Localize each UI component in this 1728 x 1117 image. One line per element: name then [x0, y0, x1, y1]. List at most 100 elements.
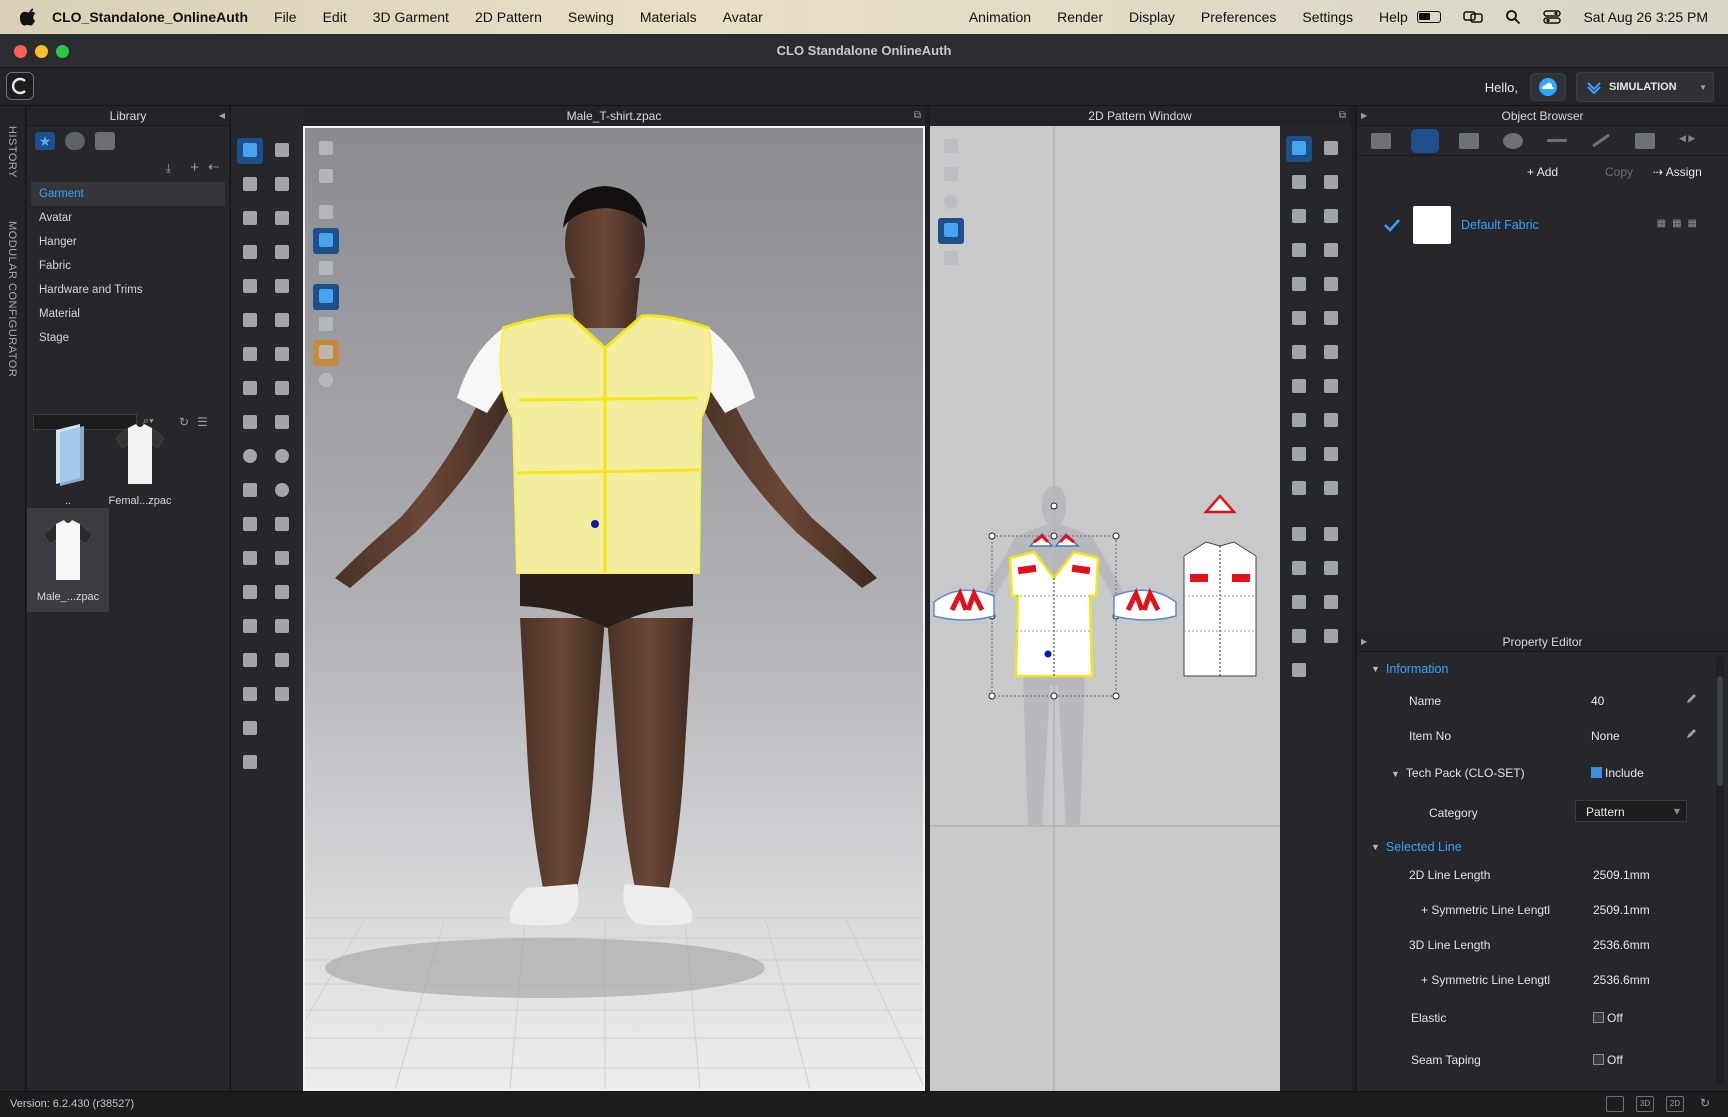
- tape-measure-tool-icon[interactable]: [237, 648, 263, 674]
- search-icon[interactable]: [1505, 9, 1521, 25]
- shrinkwrap-tool-icon[interactable]: [269, 512, 295, 538]
- techpack-include-checkbox[interactable]: Include: [1591, 766, 1644, 780]
- annotation-text-icon[interactable]: [1286, 556, 1312, 582]
- add-point-tool-icon[interactable]: [1318, 170, 1344, 196]
- measure-tool-icon[interactable]: [237, 342, 263, 368]
- fabric-row-actions-icon[interactable]: ▦▦▦: [1657, 218, 1703, 229]
- expand-panel-icon[interactable]: ▶: [1361, 106, 1367, 126]
- 2d-view-icon[interactable]: 2D: [1666, 1096, 1684, 1112]
- 2d-free-sewing-icon[interactable]: [1286, 408, 1312, 434]
- fold-pattern-tool-icon[interactable]: [1318, 340, 1344, 366]
- section-selected-line[interactable]: Selected Line: [1371, 840, 1462, 854]
- menu-help[interactable]: Help: [1379, 9, 1408, 25]
- binding-tool-icon[interactable]: [1318, 306, 1344, 332]
- avatar-tool-icon[interactable]: [237, 512, 263, 538]
- menu-render[interactable]: Render: [1057, 9, 1103, 25]
- 2d-info-icon[interactable]: [938, 190, 964, 216]
- back-arrow-icon[interactable]: ⇠: [208, 159, 219, 175]
- library-item-stage[interactable]: Stage: [31, 326, 225, 350]
- menu-materials[interactable]: Materials: [640, 9, 697, 25]
- category-select[interactable]: Pattern: [1575, 800, 1687, 822]
- asset-store-icon[interactable]: [95, 132, 115, 150]
- close-window-button[interactable]: [14, 45, 27, 58]
- item-no-value[interactable]: None: [1591, 729, 1620, 743]
- expand-panel-icon[interactable]: ▶: [1361, 632, 1367, 652]
- trace-tool-icon[interactable]: [1318, 272, 1344, 298]
- 2d-lock-icon[interactable]: [938, 246, 964, 272]
- reset-garment-tool-icon[interactable]: [237, 750, 263, 776]
- 2d-pattern-display-icon[interactable]: [938, 134, 964, 160]
- puckering-tool-icon[interactable]: [269, 410, 295, 436]
- techpack-label[interactable]: ▼ Tech Pack (CLO-SET): [1391, 766, 1525, 780]
- topstitch-tab-icon[interactable]: [1547, 139, 1567, 142]
- library-item-hardware-and-trims[interactable]: Hardware and Trims: [31, 278, 225, 302]
- zoom-window-button[interactable]: [56, 45, 69, 58]
- pleat-tool-icon[interactable]: [237, 614, 263, 640]
- 2d-measure-tool-icon[interactable]: [1286, 442, 1312, 468]
- garment-fit-tool-icon[interactable]: [237, 240, 263, 266]
- history-tab[interactable]: HISTORY: [6, 126, 18, 178]
- fold-arrangement-tool-icon[interactable]: [269, 172, 295, 198]
- pressure-map-tool-icon[interactable]: [269, 682, 295, 708]
- add-button[interactable]: + Add: [1527, 165, 1558, 179]
- internal-polygon-tool-icon[interactable]: [1286, 238, 1312, 264]
- 2d-pivot-point[interactable]: [1044, 650, 1052, 658]
- library-thumb-male-tshirt[interactable]: Male_...zpac: [27, 508, 109, 612]
- edit-curvature-tool-icon[interactable]: [1318, 136, 1344, 162]
- environment-globe-icon[interactable]: [313, 368, 339, 394]
- strap-tool-icon[interactable]: [237, 546, 263, 572]
- menu-settings[interactable]: Settings: [1302, 9, 1353, 25]
- 2d-snapshot-icon[interactable]: [1286, 624, 1312, 650]
- single-view-icon[interactable]: [1606, 1096, 1624, 1112]
- 3d-garment-viewport[interactable]: [303, 126, 925, 1091]
- draw-line-tool-icon[interactable]: [237, 206, 263, 232]
- notch-tool-icon[interactable]: [1286, 374, 1312, 400]
- tab-scroll-arrows-icon[interactable]: ◀ ▶: [1679, 133, 1695, 149]
- pattern-pivot-point[interactable]: [591, 520, 599, 528]
- library-thumb-parent-folder[interactable]: ..: [27, 422, 109, 507]
- battery-icon[interactable]: [1417, 11, 1442, 23]
- graphic-tool-icon[interactable]: [269, 376, 295, 402]
- snapshot-tool-icon[interactable]: [269, 648, 295, 674]
- text-tool-icon[interactable]: [1286, 522, 1312, 548]
- fold-tool-icon[interactable]: [237, 172, 263, 198]
- menu-file[interactable]: File: [274, 9, 297, 25]
- seam-taping-checkbox[interactable]: Off: [1593, 1053, 1623, 1067]
- trim-tool-icon[interactable]: [237, 478, 263, 504]
- zipper-tool-icon[interactable]: [269, 342, 295, 368]
- show-avatar-icon[interactable]: [313, 256, 339, 282]
- library-item-avatar[interactable]: Avatar: [31, 206, 225, 230]
- clo-logo-icon[interactable]: [6, 72, 34, 100]
- 2d-texture-tool-icon[interactable]: [1318, 408, 1344, 434]
- collapse-panel-icon[interactable]: ◀: [219, 106, 225, 126]
- sync-view-icon[interactable]: ↻: [1696, 1096, 1714, 1112]
- name-value[interactable]: 40: [1591, 694, 1604, 708]
- menu-animation[interactable]: Animation: [969, 9, 1031, 25]
- library-item-hanger[interactable]: Hanger: [31, 230, 225, 254]
- fabric-fit-tool-icon[interactable]: [269, 580, 295, 606]
- expand-viewport-icon[interactable]: ⧉: [914, 106, 921, 126]
- screen-mirroring-icon[interactable]: [1463, 10, 1484, 24]
- ruler-tool-icon[interactable]: [237, 682, 263, 708]
- zipper-tab-icon[interactable]: [1635, 132, 1655, 149]
- 2d-trim-tool-icon[interactable]: [1318, 624, 1344, 650]
- steam-tool-icon[interactable]: [269, 240, 295, 266]
- 2d-graphic-tool-icon[interactable]: [1318, 590, 1344, 616]
- library-thumb-female-tshirt[interactable]: Femal...zpac: [99, 422, 181, 507]
- rectangle-tool-icon[interactable]: [1318, 204, 1344, 230]
- edit-point-tool-icon[interactable]: [1286, 170, 1312, 196]
- tack-tool-icon[interactable]: [237, 308, 263, 334]
- 2d-pleat-tool-icon[interactable]: [1318, 556, 1344, 582]
- hanger-tool-icon[interactable]: [237, 580, 263, 606]
- back-neck-facing[interactable]: [1203, 494, 1237, 514]
- edit-pencil-icon[interactable]: [1685, 693, 1697, 705]
- control-center-icon[interactable]: [1543, 10, 1562, 24]
- segment-sewing-tool-icon[interactable]: [237, 274, 263, 300]
- show-garment-icon[interactable]: [313, 200, 339, 226]
- menu-edit[interactable]: Edit: [323, 9, 347, 25]
- library-item-material[interactable]: Material: [31, 302, 225, 326]
- pin-tool-icon[interactable]: [269, 308, 295, 334]
- apple-icon[interactable]: [20, 8, 38, 26]
- simulation-button[interactable]: SIMULATION ▼: [1576, 72, 1714, 102]
- edit-pencil-icon[interactable]: [1685, 728, 1697, 740]
